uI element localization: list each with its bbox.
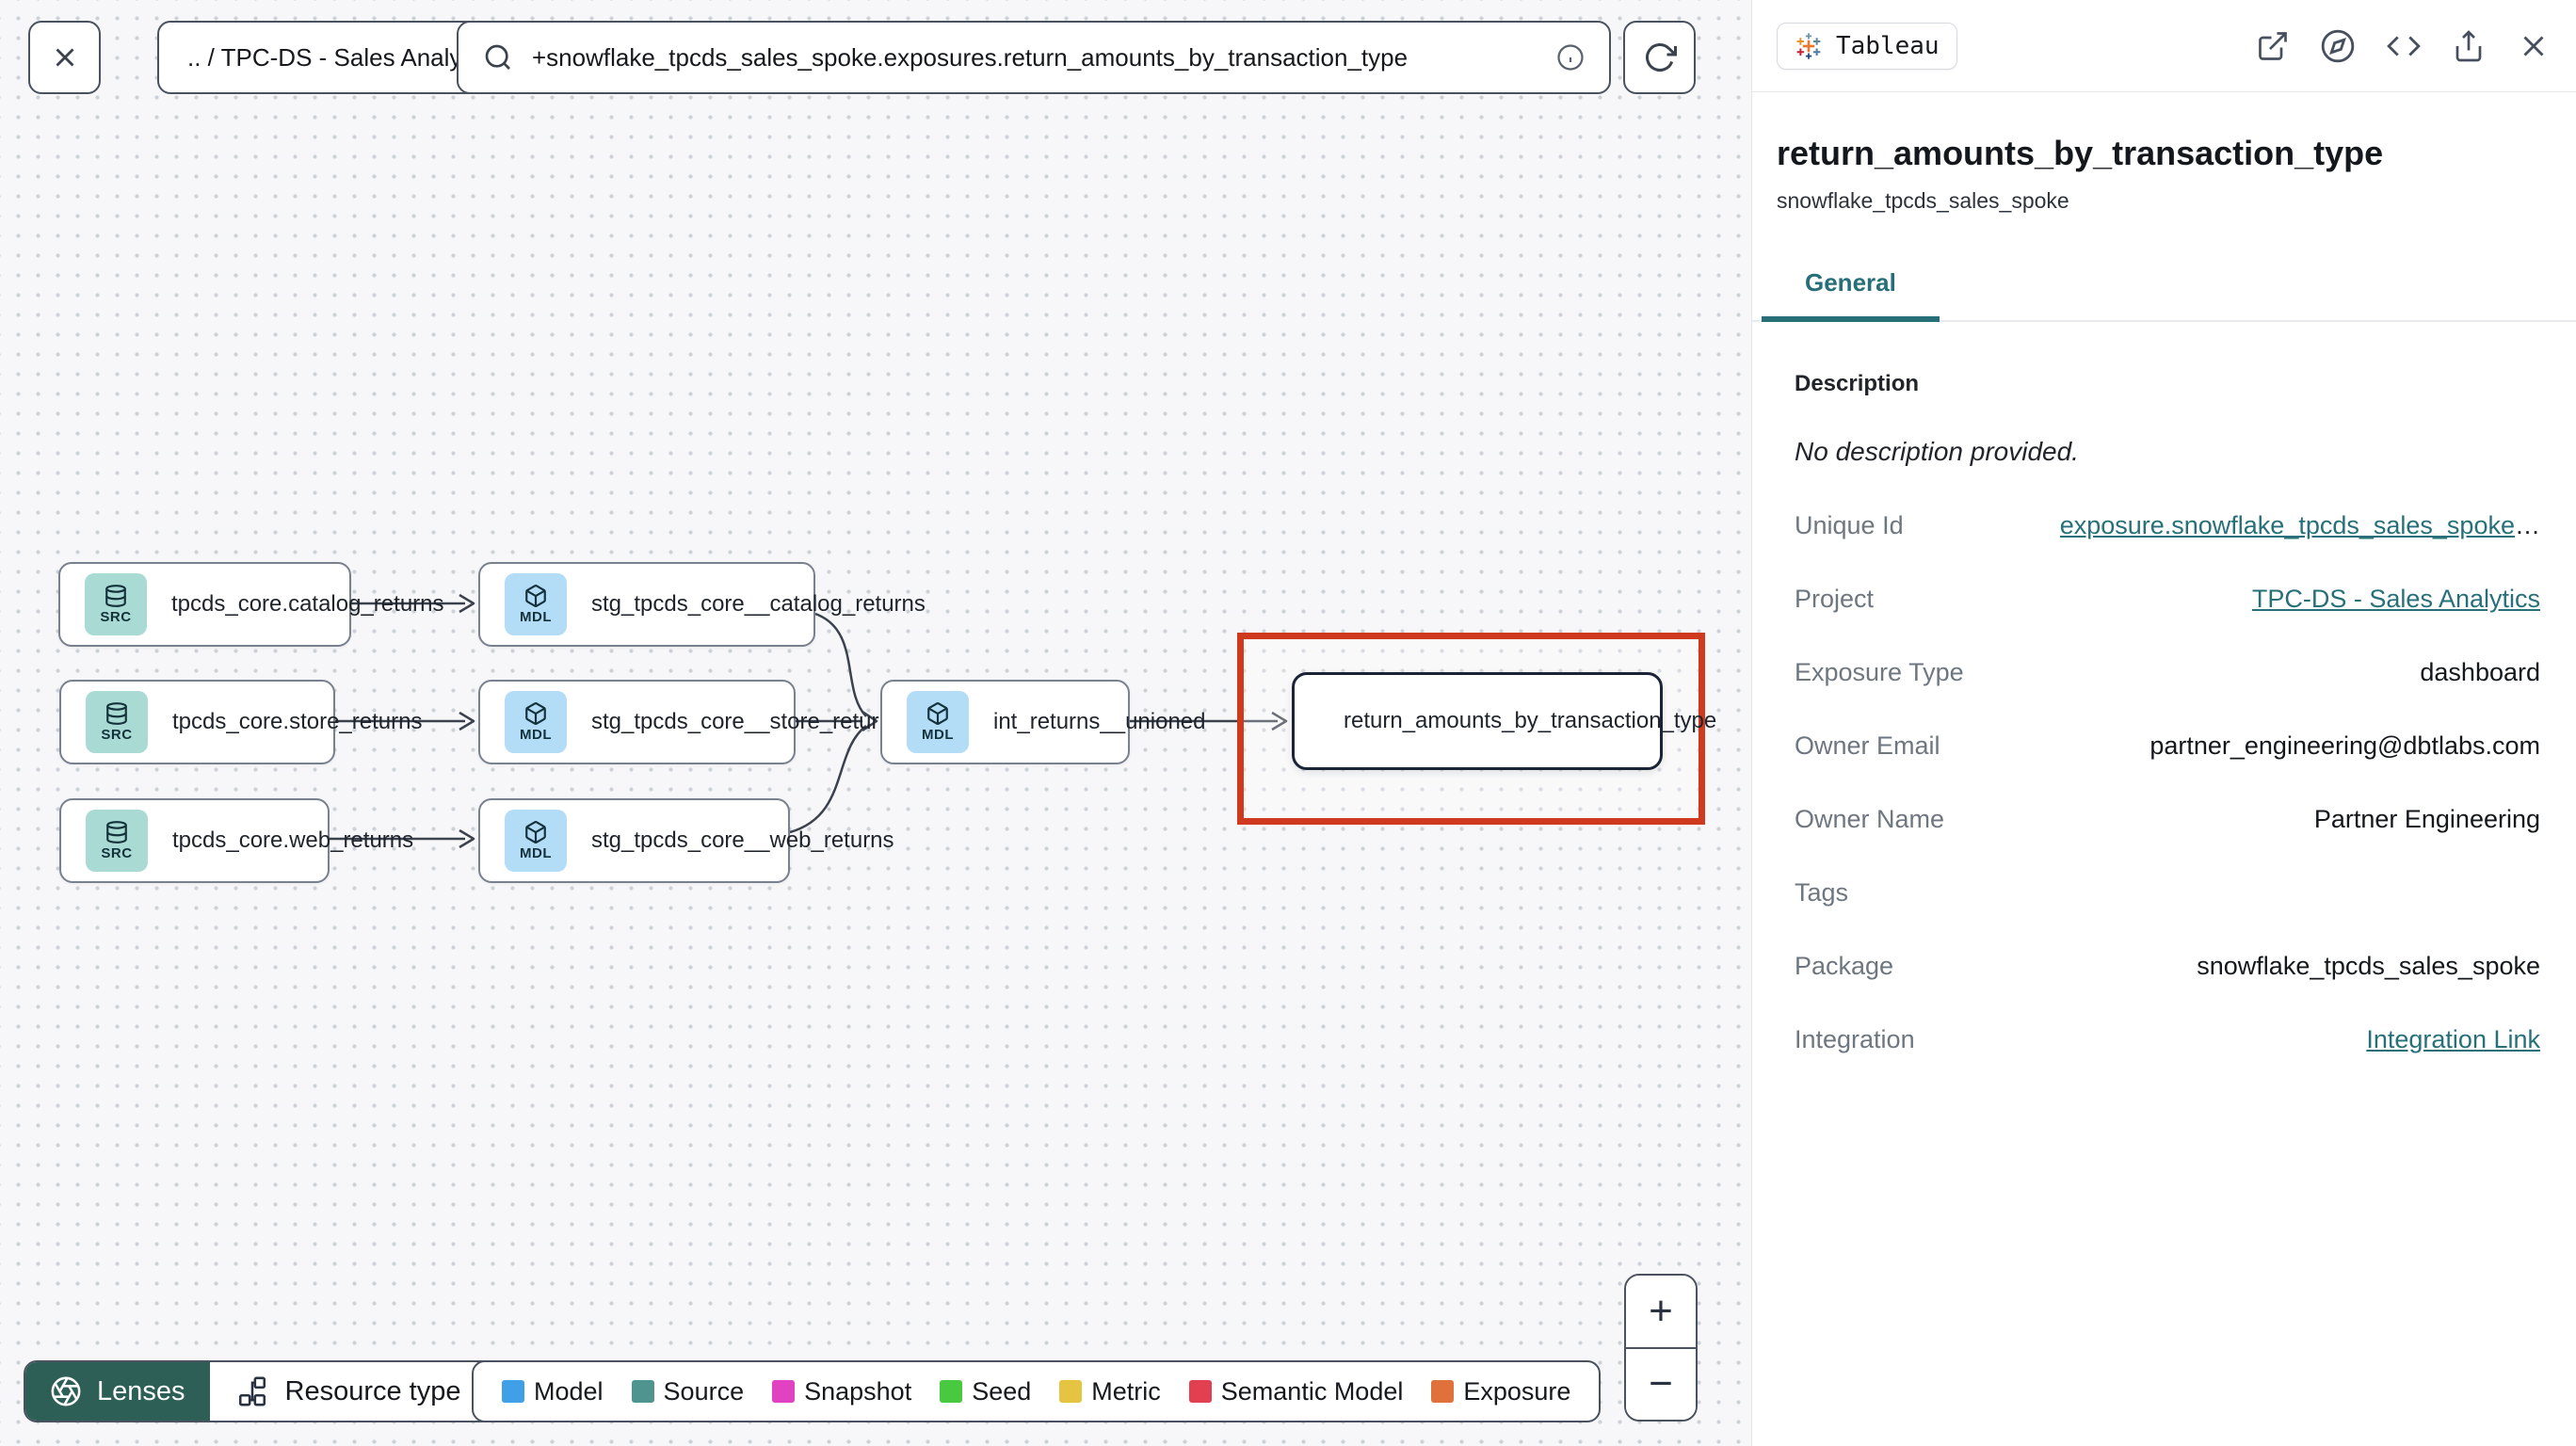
model-badge: MDL xyxy=(505,810,567,872)
lineage-search[interactable] xyxy=(457,21,1611,94)
graph-node-source-catalog-returns[interactable]: SRC tpcds_core.catalog_returns xyxy=(58,562,444,647)
lenses-control-group: Lenses Resource type xyxy=(24,1360,533,1422)
tab-general[interactable]: General xyxy=(1762,268,1940,322)
page-title: return_amounts_by_transaction_type xyxy=(1777,134,2384,172)
info-icon[interactable] xyxy=(1556,43,1585,72)
zoom-out-button[interactable]: − xyxy=(1626,1346,1696,1420)
detail-row-owner-name: Owner Name Partner Engineering xyxy=(1795,805,2540,833)
legend-item-seed: Seed xyxy=(940,1377,1031,1406)
share-button[interactable] xyxy=(2452,29,2486,63)
refresh-icon xyxy=(1645,43,1677,72)
resource-type-icon xyxy=(238,1376,266,1406)
zoom-in-button[interactable]: + xyxy=(1626,1276,1696,1347)
graph-node-stg-catalog-returns[interactable]: MDL stg_tpcds_core__catalog_returns xyxy=(478,562,926,647)
integration-badge[interactable]: Tableau xyxy=(1777,22,1957,70)
source-badge: SRC xyxy=(85,573,147,635)
model-swatch xyxy=(502,1380,524,1403)
lenses-label: Lenses xyxy=(97,1375,185,1406)
metric-swatch xyxy=(1059,1380,1083,1403)
snapshot-swatch xyxy=(772,1380,796,1403)
panel-actions xyxy=(2256,28,2552,64)
breadcrumb-label: .. / TPC-DS - Sales Analytics xyxy=(187,42,499,72)
exposure-swatch xyxy=(1431,1380,1455,1403)
detail-row-exposure-type: Exposure Type dashboard xyxy=(1795,658,2540,686)
detail-row-tags: Tags xyxy=(1795,878,1849,907)
database-icon xyxy=(106,821,127,844)
legend-item-source: Source xyxy=(631,1377,744,1406)
close-lineage-button[interactable] xyxy=(28,21,101,94)
cube-icon xyxy=(525,702,546,725)
graph-node-stg-web-returns[interactable]: MDL stg_tpcds_core__web_returns xyxy=(478,798,894,883)
detail-row-unique-id: Unique Id exposure.snowflake_tpcds_sales… xyxy=(1795,511,2540,539)
exposure-type-value: dashboard xyxy=(2420,658,2540,686)
graph-node-int-returns-unioned[interactable]: MDL int_returns__unioned xyxy=(880,680,1206,764)
refresh-lineage-button[interactable] xyxy=(1623,21,1696,94)
close-panel-button[interactable] xyxy=(2516,28,2552,64)
search-icon xyxy=(485,44,510,70)
source-badge: SRC xyxy=(86,810,148,872)
model-badge: MDL xyxy=(505,573,567,635)
external-link-icon xyxy=(2259,31,2287,60)
share-icon xyxy=(2455,29,2482,61)
database-icon xyxy=(106,702,127,725)
explore-button[interactable] xyxy=(2320,28,2356,64)
integration-link[interactable]: Integration Link xyxy=(2366,1025,2540,1054)
legend-item-model: Model xyxy=(502,1377,604,1406)
owner-name-value: Partner Engineering xyxy=(2313,805,2540,833)
close-icon xyxy=(55,48,74,67)
zoom-controls: + − xyxy=(1624,1274,1698,1422)
description-label: Description xyxy=(1795,371,1920,396)
graph-node-exposure-return-amounts[interactable]: return_amounts_by_transaction_type xyxy=(1292,672,1716,770)
details-panel: Tableau return_amounts_by_transaction_ty… xyxy=(1751,0,2576,1446)
source-badge: SRC xyxy=(86,691,148,753)
detail-row-owner-email: Owner Email partner_engineering@dbtlabs.… xyxy=(1795,731,2540,760)
resource-legend: Model Source Snapshot Seed Metric Semant… xyxy=(472,1360,1602,1422)
open-external-button[interactable] xyxy=(2256,29,2290,63)
graph-node-stg-store-returns[interactable]: MDL stg_tpcds_core__store_returns xyxy=(478,680,903,764)
source-swatch xyxy=(631,1380,654,1403)
package-value: snowflake_tpcds_sales_spoke xyxy=(2197,952,2540,980)
legend-item-exposure: Exposure xyxy=(1431,1377,1570,1406)
project-link[interactable]: TPC-DS - Sales Analytics xyxy=(2252,585,2540,614)
package-subtitle: snowflake_tpcds_sales_spoke xyxy=(1777,188,2069,213)
cube-icon xyxy=(525,585,546,607)
semantic-model-swatch xyxy=(1188,1380,1212,1403)
seed-swatch xyxy=(940,1380,963,1403)
lenses-button[interactable]: Lenses xyxy=(25,1362,210,1421)
panel-tabs: General xyxy=(1752,268,2576,322)
description-empty-text: No description provided. xyxy=(1795,437,2079,466)
close-icon xyxy=(2523,35,2544,56)
owner-email-value: partner_engineering@dbtlabs.com xyxy=(2149,731,2540,760)
resource-type-label: Resource type xyxy=(284,1375,461,1406)
code-icon xyxy=(2387,35,2421,56)
model-badge: MDL xyxy=(505,691,567,753)
cube-icon xyxy=(927,702,948,725)
cube-icon xyxy=(525,821,546,844)
database-icon xyxy=(105,585,126,607)
aperture-icon xyxy=(51,1376,81,1406)
detail-row-project: Project TPC-DS - Sales Analytics xyxy=(1795,585,2540,614)
legend-item-metric: Metric xyxy=(1059,1377,1161,1406)
legend-item-semantic-model: Semantic Model xyxy=(1188,1377,1403,1406)
panel-header: Tableau xyxy=(1752,0,2576,92)
unique-id-link[interactable]: exposure.snowflake_tpcds_sales_spoke xyxy=(2060,511,2515,539)
graph-node-source-web-returns[interactable]: SRC tpcds_core.web_returns xyxy=(59,798,413,883)
lineage-canvas[interactable]: .. / TPC-DS - Sales Analytics SRC tpcds_… xyxy=(0,0,1751,1446)
legend-item-snapshot: Snapshot xyxy=(772,1377,911,1406)
graph-node-source-store-returns[interactable]: SRC tpcds_core.store_returns xyxy=(59,680,422,764)
detail-row-package: Package snowflake_tpcds_sales_spoke xyxy=(1795,952,2540,980)
panel-content: Description No description provided. Uni… xyxy=(1752,322,2576,1054)
tableau-icon xyxy=(1796,32,1821,59)
model-badge: MDL xyxy=(907,691,969,753)
detail-row-integration: Integration Integration Link xyxy=(1795,1025,2540,1054)
view-code-button[interactable] xyxy=(2386,28,2422,64)
compass-icon xyxy=(2321,29,2355,62)
unique-id-ellipsis: … xyxy=(2515,511,2540,539)
integration-badge-label: Tableau xyxy=(1836,31,1940,60)
search-input[interactable] xyxy=(532,42,1538,72)
